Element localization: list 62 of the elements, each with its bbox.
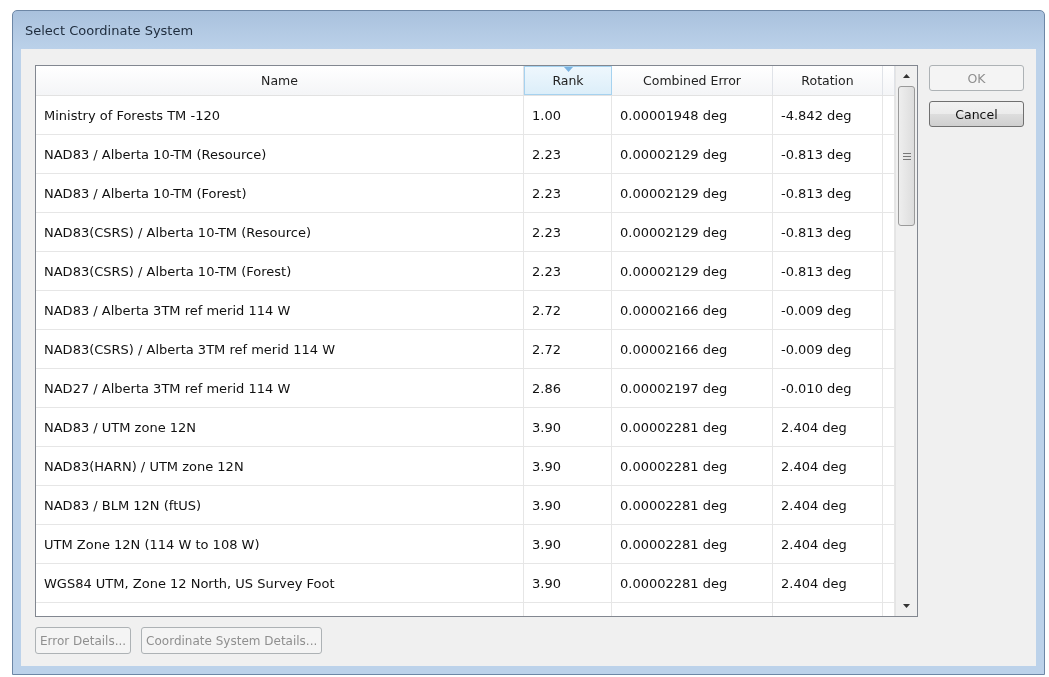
table-cell: 0.00002197 deg — [612, 369, 773, 407]
table-cell: 2.23 — [524, 135, 612, 173]
table-cell: 2.23 — [524, 252, 612, 290]
table-cell: -0.813 deg — [773, 213, 883, 251]
table-cell: -0.813 deg — [773, 252, 883, 290]
table-cell: 0.00002281 deg — [612, 564, 773, 602]
table-cell: NAD83 / UTM zone 12N — [36, 408, 524, 446]
column-header[interactable]: Rotation — [773, 66, 883, 95]
sort-arrow-icon — [564, 67, 573, 72]
table-cell: NAD83 / Alberta 10-TM (Forest) — [36, 174, 524, 212]
table-cell: 0.00002281 deg — [612, 486, 773, 524]
table-cell: Ministry of Forests TM -120 — [36, 96, 524, 134]
table-cell: NAD83(CSRS) / Alberta 10-TM (Forest) — [36, 252, 524, 290]
table-cell: 0.00001948 deg — [612, 96, 773, 134]
scroll-down-icon[interactable] — [903, 604, 910, 608]
table-cell: 3.90 — [524, 408, 612, 446]
table-cell: WGS84 UTM, Zone 12 North, US Survey Foot — [36, 564, 524, 602]
table-cell: NAD83(HARN) / UTM zone 12N — [36, 447, 524, 485]
table-cell: NAD83 / Alberta 3TM ref merid 114 W — [36, 291, 524, 329]
table-cell: 0.00002129 deg — [612, 135, 773, 173]
table-cell: -0.009 deg — [773, 291, 883, 329]
table-cell: 2.404 deg — [773, 564, 883, 602]
table-cell: 0.00002281 deg — [612, 525, 773, 563]
table-cell: 2.23 — [524, 213, 612, 251]
table-cell: 1.00 — [524, 96, 612, 134]
table-cell: -0.010 deg — [773, 369, 883, 407]
table-cell: 2.404 deg — [773, 447, 883, 485]
table-cell: 0.00002166 deg — [612, 291, 773, 329]
table-cell: -0.009 deg — [773, 330, 883, 368]
scroll-thumb[interactable] — [898, 86, 915, 226]
table-cell: NAD83 / Alberta 10-TM (Resource) — [36, 135, 524, 173]
table-cell: UTM Zone 12N (114 W to 108 W) — [36, 525, 524, 563]
table-cell: 3.90 — [524, 447, 612, 485]
table-cell: 2.72 — [524, 291, 612, 329]
table-cell: NAD83(CSRS) / Alberta 3TM ref merid 114 W — [36, 330, 524, 368]
table-cell: 0.00002129 deg — [612, 213, 773, 251]
table-cell: -0.813 deg — [773, 135, 883, 173]
table-cell: NAD27 / Alberta 3TM ref merid 114 W — [36, 369, 524, 407]
scroll-up-icon[interactable] — [903, 74, 910, 78]
column-header[interactable]: Combined Error — [612, 66, 773, 95]
table-cell: -0.813 deg — [773, 174, 883, 212]
table-cell: 0.00002129 deg — [612, 252, 773, 290]
window-title: Select Coordinate System — [25, 22, 194, 38]
table-cell: 0.00002281 deg — [612, 447, 773, 485]
table-cell: 2.86 — [524, 369, 612, 407]
dialog-button[interactable]: Cancel — [929, 101, 1024, 127]
table-cell: 2.404 deg — [773, 486, 883, 524]
table-cell: 2.72 — [524, 330, 612, 368]
table-cell: 2.23 — [524, 174, 612, 212]
column-header[interactable]: Rank — [524, 66, 612, 95]
table-cell: 3.90 — [524, 564, 612, 602]
table-cell: 0.00002129 deg — [612, 174, 773, 212]
table-cell: 0.00002281 deg — [612, 408, 773, 446]
table-cell: NAD83(CSRS) / Alberta 10-TM (Resource) — [36, 213, 524, 251]
table-cell: 3.90 — [524, 486, 612, 524]
table-cell: 2.404 deg — [773, 408, 883, 446]
table-cell: 2.404 deg — [773, 525, 883, 563]
table-cell: 3.90 — [524, 525, 612, 563]
table-cell: NAD83 / BLM 12N (ftUS) — [36, 486, 524, 524]
table-cell: -4.842 deg — [773, 96, 883, 134]
scrollbar[interactable] — [895, 66, 917, 616]
table-cell: 0.00002166 deg — [612, 330, 773, 368]
